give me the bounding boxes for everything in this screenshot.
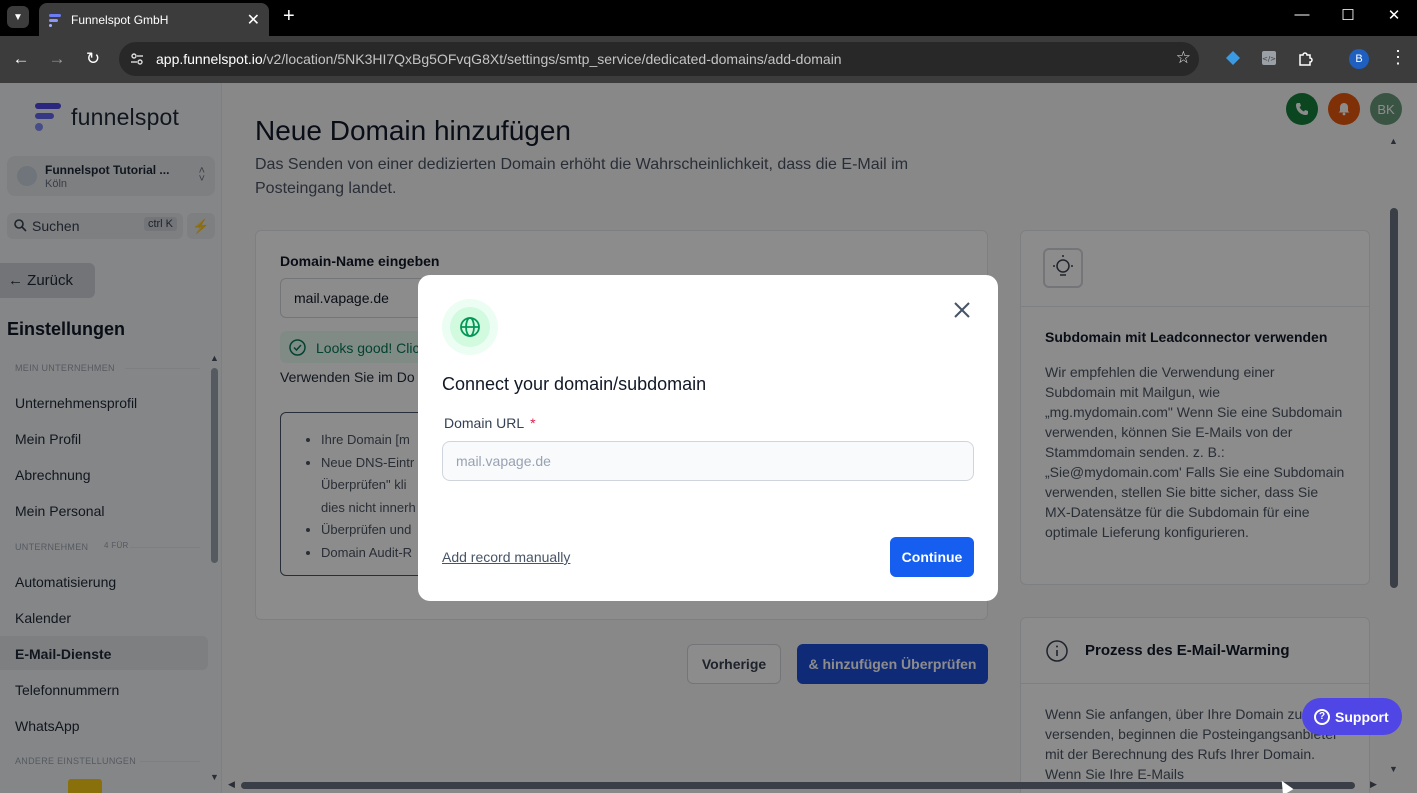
globe-icon-badge — [442, 299, 498, 355]
site-info-icon[interactable] — [129, 51, 145, 67]
bookmark-star-icon[interactable]: ☆ — [1176, 48, 1191, 68]
domain-url-label: Domain URL * — [444, 415, 536, 431]
back-arrow-icon[interactable]: ← — [11, 49, 31, 69]
required-marker: * — [530, 415, 536, 431]
support-button[interactable]: ? Support — [1302, 698, 1402, 735]
url-text: app.funnelspot.io/v2/location/5NK3HI7QxB… — [156, 51, 842, 67]
maximize-icon[interactable]: ☐ — [1336, 6, 1360, 24]
extension-diamond-icon[interactable] — [1224, 49, 1242, 67]
browser-menu-icon[interactable]: ⋮ — [1389, 47, 1407, 68]
connect-domain-modal: Connect your domain/subdomain Domain URL… — [418, 275, 998, 601]
browser-profile-avatar[interactable]: B — [1349, 49, 1369, 69]
forward-arrow-icon[interactable]: → — [47, 49, 67, 69]
browser-tab-strip: ▼ Funnelspot GmbH ✕ + — ☐ ✕ — [0, 0, 1417, 36]
new-tab-icon[interactable]: + — [283, 5, 295, 28]
domain-url-input[interactable] — [442, 441, 974, 481]
window-close-icon[interactable]: ✕ — [1382, 6, 1406, 24]
svg-text:</>: </> — [1262, 55, 1276, 63]
globe-icon — [460, 317, 480, 337]
modal-title: Connect your domain/subdomain — [442, 374, 707, 394]
help-icon: ? — [1314, 708, 1330, 725]
devtools-extension-icon[interactable]: </> — [1260, 49, 1278, 67]
tab-title: Funnelspot GmbH — [71, 12, 169, 27]
browser-toolbar: ← → ↻ app.funnelspot.io/v2/location/5NK3… — [0, 36, 1417, 83]
continue-button[interactable]: Continue — [890, 537, 974, 577]
support-label: Support — [1335, 708, 1389, 725]
add-record-manually-link[interactable]: Add record manually — [442, 549, 570, 565]
browser-tab[interactable]: Funnelspot GmbH ✕ — [39, 3, 269, 36]
close-icon[interactable] — [950, 298, 974, 322]
funnelspot-favicon-icon — [49, 13, 61, 27]
tab-close-icon[interactable]: ✕ — [247, 10, 260, 30]
minimize-icon[interactable]: — — [1290, 6, 1314, 23]
tab-search-button[interactable]: ▼ — [7, 6, 29, 28]
reload-icon[interactable]: ↻ — [83, 49, 103, 69]
address-bar[interactable]: app.funnelspot.io/v2/location/5NK3HI7QxB… — [119, 42, 1199, 76]
extensions-puzzle-icon[interactable] — [1296, 49, 1314, 67]
